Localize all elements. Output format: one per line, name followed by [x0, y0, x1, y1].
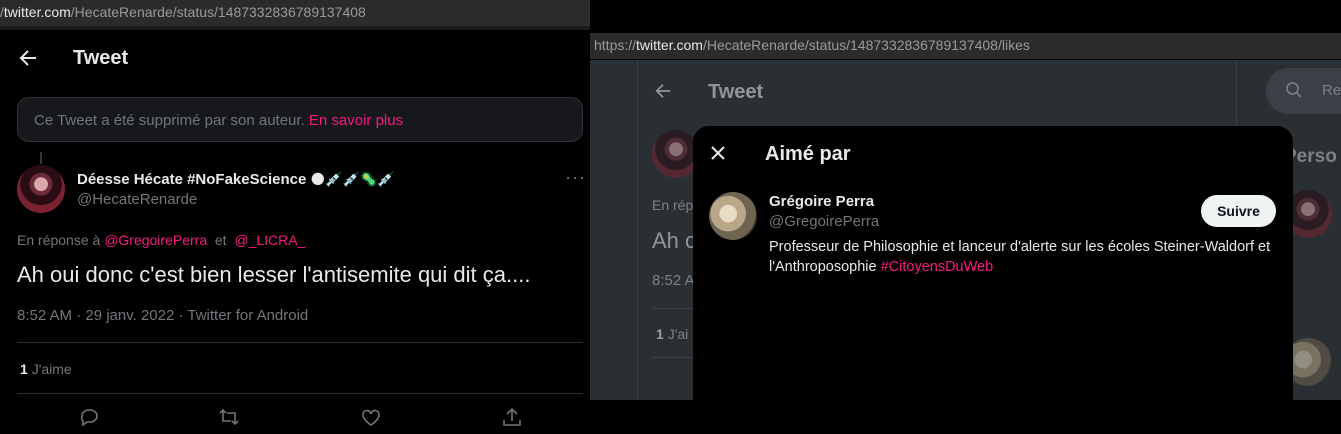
mention-link[interactable]: @GregoirePerra: [104, 232, 207, 248]
author-emojis: 🌑💉💉🦠💉: [310, 171, 395, 187]
tweet-text: Ah oui donc c'est bien lesser l'antisemi…: [17, 262, 531, 287]
hashtag-link[interactable]: #CitoyensDuWeb: [881, 259, 994, 275]
user-handle[interactable]: @GregoirePerra: [769, 213, 879, 230]
back-arrow-icon: [654, 82, 672, 104]
mention-link[interactable]: @_LICRA_: [234, 232, 305, 248]
divider: [17, 342, 583, 343]
likes-label: J'aime: [31, 361, 72, 377]
author-handle[interactable]: @HecateRenarde: [77, 191, 197, 208]
learn-more-link[interactable]: En savoir plus: [309, 112, 403, 129]
column-border: [637, 60, 638, 400]
deleted-notice-text: Ce Tweet a été supprimé par son auteur.: [34, 112, 305, 129]
back-arrow-icon[interactable]: [18, 48, 38, 72]
toolbar-separator: [0, 26, 590, 30]
page-title: Tweet: [73, 47, 129, 69]
user-name[interactable]: Grégoire Perra: [769, 193, 874, 210]
reply-icon[interactable]: [78, 406, 100, 428]
background-page-title: Tweet: [708, 81, 764, 103]
thread-connector: [40, 152, 42, 164]
url-path: /HecateRenarde/status/148733283678913740…: [70, 4, 366, 20]
author-name[interactable]: Déesse Hécate #NoFakeScience 🌑💉💉🦠💉: [77, 171, 395, 188]
close-icon[interactable]: [709, 140, 727, 168]
address-bar[interactable]: https://twitter.com/HecateRenarde/status…: [590, 33, 1341, 59]
divider: [17, 393, 583, 394]
user-bio: Professeur de Philosophie et lanceur d'a…: [769, 239, 1271, 275]
right-browser-window: https://twitter.com/HecateRenarde/status…: [590, 0, 1341, 434]
search-placeholder: Re: [1322, 82, 1341, 99]
window-bottom: [590, 400, 1341, 434]
likes-count: 1: [20, 361, 28, 377]
more-options-icon[interactable]: ···: [565, 167, 586, 188]
reply-context: En réponse à @GregoirePerra et @_LICRA_: [17, 232, 306, 248]
url-path: /HecateRenarde/status/148733283678913740…: [702, 37, 1030, 53]
tweet-metadata[interactable]: 8:52 AM · 29 janv. 2022 · Twitter for An…: [17, 307, 308, 324]
retweet-icon[interactable]: [218, 406, 240, 428]
like-heart-icon[interactable]: [360, 406, 382, 428]
deleted-tweet-notice: Ce Tweet a été supprimé par son auteur. …: [17, 97, 583, 142]
url-scheme: https://: [594, 37, 637, 53]
background-tweet-text: Ah c: [652, 228, 697, 253]
url-host: twitter.com: [636, 37, 703, 53]
background-likes: 1 J'ai: [656, 326, 689, 342]
liked-by-modal: Aimé par Grégoire Perra @GregoirePerra S…: [693, 126, 1293, 400]
background-reply-context: En rép: [652, 197, 694, 213]
search-icon: [1285, 81, 1303, 104]
background-tweet-time: 8:52 A: [652, 272, 695, 289]
left-browser-window: /twitter.com/HecateRenarde/status/148733…: [0, 0, 590, 434]
address-bar[interactable]: /twitter.com/HecateRenarde/status/148733…: [0, 0, 590, 26]
likes-count-link[interactable]: 1 J'aime: [20, 361, 72, 377]
url-host: twitter.com: [3, 4, 71, 20]
modal-title: Aimé par: [765, 143, 851, 165]
share-icon[interactable]: [501, 406, 523, 428]
follow-button[interactable]: Suivre: [1201, 195, 1276, 227]
avatar[interactable]: [17, 165, 65, 213]
avatar[interactable]: [709, 192, 757, 240]
search-box[interactable]: Re: [1266, 68, 1341, 114]
